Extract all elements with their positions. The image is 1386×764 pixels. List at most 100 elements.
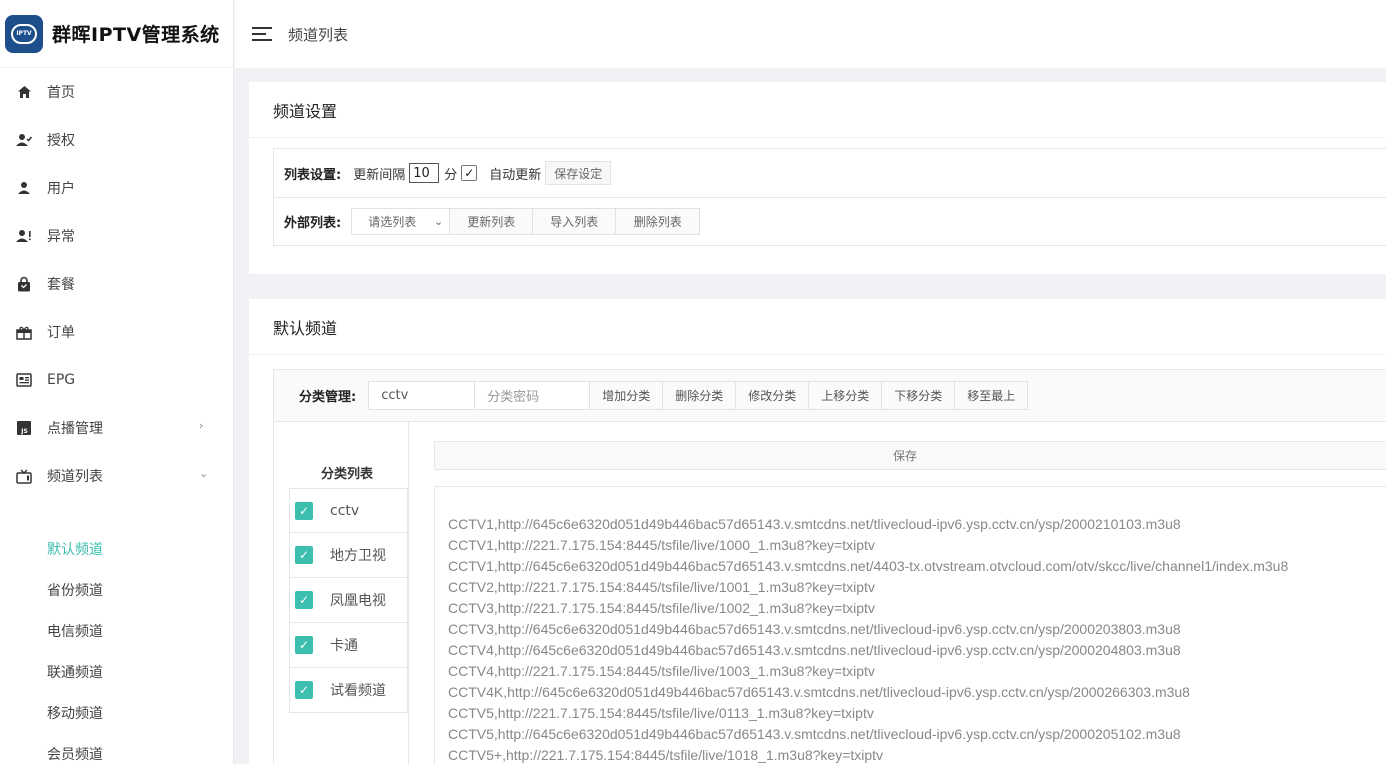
logo: IPTV [5,14,43,53]
channel-line: CCTV4,http://221.7.175.154:8445/tsfile/l… [448,663,875,679]
submenu-item-mobile[interactable]: 移动频道 [0,692,233,733]
checkbox-checked-icon[interactable]: ✓ [295,681,313,699]
channel-line: CCTV1,http://645c6e6320d051d49b446bac57d… [448,558,1289,574]
epg-icon [16,372,32,388]
category-manage-label: 分类管理: [299,390,357,405]
checkbox-checked-icon[interactable]: ✓ [295,636,313,654]
category-list: ✓ cctv ✓ 地方卫视 ✓ 凤凰电视 ✓ 卡通 ✓ 试看频道 [289,488,408,713]
category-label: cctv [330,502,360,519]
move-up-category-button[interactable]: 上移分类 [809,381,883,410]
category-item[interactable]: ✓ 卡通 [289,623,408,668]
move-down-category-button[interactable]: 下移分类 [882,381,956,410]
sidebar-item-epg[interactable]: EPG [0,356,233,404]
channel-line: CCTV5,http://645c6e6320d051d49b446bac57d… [448,726,1181,742]
sidebar-item-users[interactable]: 用户 [0,164,233,212]
brand-title: 群晖IPTV管理系统 [52,24,220,46]
category-label: 凤凰电视 [330,593,386,609]
edit-category-button[interactable]: 修改分类 [736,381,810,410]
channel-line: CCTV2,http://221.7.175.154:8445/tsfile/l… [448,579,875,595]
category-item[interactable]: ✓ 试看频道 [289,668,408,713]
sidebar-item-orders[interactable]: 订单 [0,308,233,356]
sidebar-item-label: 用户 [47,181,75,197]
channel-submenu: 默认频道 省份频道 电信频道 联通频道 移动频道 会员频道 [0,500,233,764]
user-alert-icon [16,228,32,244]
channel-line: CCTV5+,http://221.7.175.154:8445/tsfile/… [448,747,884,763]
chevron-down-icon: ⌄ [199,467,209,480]
channel-line: CCTV5,http://221.7.175.154:8445/tsfile/l… [448,705,874,721]
category-tools: cctv 分类密码 增加分类 删除分类 修改分类 上移分类 下移分类 移至最上 [368,381,1029,410]
auto-update-label: 自动更新 [489,167,542,183]
list-select[interactable]: 请选列表 ⌄ [351,208,451,235]
list-select-value: 请选列表 [368,215,417,229]
gift-icon [16,324,32,340]
channel-line: CCTV4K,http://645c6e6320d051d49b446bac57… [448,684,1190,700]
sidebar-item-home[interactable]: 首页 [0,68,233,116]
save-button[interactable]: 保存 [434,441,1386,470]
channel-line: CCTV3,http://221.7.175.154:8445/tsfile/l… [448,600,875,616]
home-icon [16,84,32,100]
bag-icon [16,276,32,292]
sidebar-nav: 首页 授权 用户 异常 套餐 订单 EPG JS 点播管理 › 频道列表 ⌄ [0,68,233,500]
checkbox-checked-icon[interactable]: ✓ [295,591,313,609]
move-top-category-button[interactable]: 移至最上 [955,381,1029,410]
chevron-right-icon: › [199,419,204,432]
default-channels-panel: 默认频道 分类管理: cctv 分类密码 增加分类 删除分类 修改分类 上移分类… [249,299,1386,764]
chevron-down-icon: ⌄ [433,215,444,228]
interval-unit: 分 [444,167,458,183]
sidebar-item-label: 订单 [47,325,75,341]
update-list-button[interactable]: 更新列表 [450,208,534,235]
topbar: 频道列表 [235,0,1386,68]
add-category-button[interactable]: 增加分类 [590,381,664,410]
sidebar-item-label: EPG [47,372,76,388]
interval-input[interactable]: 10 [409,163,440,183]
sidebar-item-abnormal[interactable]: 异常 [0,212,233,260]
svg-text:JS: JS [20,428,28,435]
channel-settings-panel: 频道设置 列表设置: 更新间隔 10 分 ✓ 自动更新 保存设定 外部列表: 请… [249,82,1386,274]
list-settings-row: 列表设置: 更新间隔 10 分 ✓ 自动更新 保存设定 [274,149,1386,197]
sidebar-item-package[interactable]: 套餐 [0,260,233,308]
sidebar-item-label: 点播管理 [47,421,103,437]
save-settings-button[interactable]: 保存设定 [545,161,612,185]
sidebar-item-auth[interactable]: 授权 [0,116,233,164]
checkbox-checked-icon[interactable]: ✓ [295,501,313,520]
channel-line: CCTV3,http://645c6e6320d051d49b446bac57d… [448,621,1181,637]
tv-icon [16,468,32,484]
category-item[interactable]: ✓ 地方卫视 [289,533,408,578]
submenu-item-telecom[interactable]: 电信频道 [0,610,233,651]
js-icon: JS [16,420,32,436]
tv-logo-icon: IPTV [11,23,37,44]
settings-box: 列表设置: 更新间隔 10 分 ✓ 自动更新 保存设定 外部列表: 请选列表 ⌄ … [273,148,1386,246]
category-toolbar: 分类管理: cctv 分类密码 增加分类 删除分类 修改分类 上移分类 下移分类… [274,370,1386,422]
user-icon [16,180,32,196]
category-list-title: 分类列表 [321,467,374,482]
submenu-item-province[interactable]: 省份频道 [0,569,233,610]
category-item[interactable]: ✓ cctv [289,488,408,533]
auto-update-checkbox[interactable]: ✓ [461,165,478,181]
sidebar-item-label: 异常 [47,229,75,245]
submenu-item-member[interactable]: 会员频道 [0,733,233,764]
submenu-item-default[interactable]: 默认频道 [0,528,233,569]
sidebar-item-vod[interactable]: JS 点播管理 › [0,404,233,452]
delete-list-button[interactable]: 删除列表 [616,208,701,235]
sidebar-item-label: 首页 [47,85,75,101]
interval-label: 更新间隔 [353,167,406,183]
submenu-item-unicom[interactable]: 联通频道 [0,651,233,692]
brand[interactable]: IPTV 群晖IPTV管理系统 [0,0,233,68]
category-name-input[interactable]: cctv [368,381,476,410]
sidebar: IPTV 群晖IPTV管理系统 首页 授权 用户 异常 套餐 订单 EPG JS… [0,0,234,764]
panel-title: 频道设置 [249,82,1386,138]
sidebar-item-label: 授权 [47,133,75,149]
category-label: 地方卫视 [330,548,386,564]
channel-list-textarea[interactable]: CCTV1,http://645c6e6320d051d49b446bac57d… [434,486,1386,764]
checkbox-checked-icon[interactable]: ✓ [295,546,313,564]
logo-text: IPTV [16,30,32,37]
channel-line: CCTV1,http://221.7.175.154:8445/tsfile/l… [448,537,875,553]
category-list-pane: 分类列表 ✓ cctv ✓ 地方卫视 ✓ 凤凰电视 ✓ 卡通 ✓ 试看频道 [274,422,409,764]
sidebar-item-channels[interactable]: 频道列表 ⌄ [0,452,233,500]
import-list-button[interactable]: 导入列表 [533,208,617,235]
category-password-input[interactable]: 分类密码 [475,381,591,410]
list-settings-label: 列表设置: [284,167,342,183]
category-item[interactable]: ✓ 凤凰电视 [289,578,408,623]
menu-toggle-icon[interactable] [252,27,272,41]
delete-category-button[interactable]: 删除分类 [663,381,737,410]
